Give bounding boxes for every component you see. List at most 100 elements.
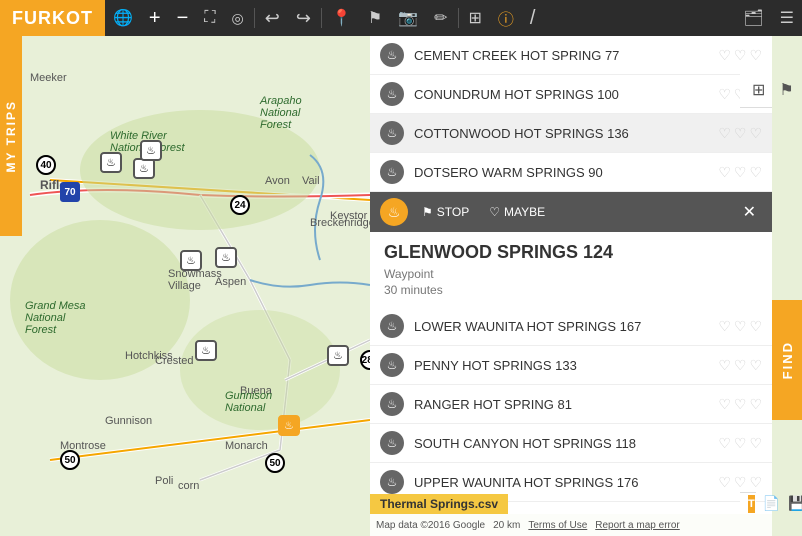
hot-spring-icon: ♨ [380,353,404,377]
info-btn[interactable]: ⓘ [490,0,522,36]
filter-btn[interactable]: ☰ [772,0,802,36]
items-list: ♨ CEMENT CREEK HOT SPRING 77 ♡ ♡ ♡ ♨ CON… [370,36,772,514]
heart3[interactable]: ♡ [749,318,762,335]
list-item-dotsero[interactable]: ♨ DOTSERO WARM SPRINGS 90 ♡ ♡ ♡ [370,153,772,192]
heart1[interactable]: ♡ [718,164,731,181]
map-marker-5[interactable]: ♨ [140,140,162,161]
heart1[interactable]: ♡ [718,47,731,64]
popup-close-btn[interactable]: ✕ [737,200,762,224]
us50b-marker: 50 [265,453,285,473]
sep1 [254,8,255,28]
terms-link[interactable]: Terms of Use [528,520,587,531]
heart1[interactable]: ♡ [718,125,731,142]
heart3[interactable]: ♡ [749,164,762,181]
heart1[interactable]: ♡ [718,474,731,491]
map-marker-6[interactable]: ♨ [195,340,217,361]
stop-flag-icon: ⚑ [422,205,433,219]
map-marker-selected[interactable]: ♨ [278,415,300,436]
redo-btn[interactable]: ↪ [288,0,319,36]
heart2[interactable]: ♡ [734,47,747,64]
heart2[interactable]: ♡ [734,396,747,413]
heart2[interactable]: ♡ [734,435,747,452]
heart3[interactable]: ♡ [749,125,762,142]
my-trips-sidebar[interactable]: MY TRIPS [0,36,22,236]
list-item-south-canyon[interactable]: ♨ SOUTH CANYON HOT SPRINGS 118 ♡ ♡ ♡ [370,424,772,463]
thermal-notification[interactable]: Thermal Springs.csv [370,494,508,514]
edit-btn[interactable]: ✏ [426,0,455,36]
heart1[interactable]: ♡ [718,318,731,335]
item-name: CEMENT CREEK HOT SPRING 77 [414,48,718,63]
stop-button[interactable]: ⚑ STOP [416,202,475,222]
type-button[interactable]: T [748,495,755,513]
sep2 [321,8,322,28]
top-toolbar: FURKOT 🌐 + − ⛶ ◎ ↩ ↪ 📍 ⚑ 📷 ✏ ⊞ ⓘ / 🗂 ☰ [0,0,802,36]
heart3[interactable]: ♡ [749,357,762,374]
map-marker-3[interactable]: ♨ [180,250,202,271]
heart-icons: ♡ ♡ ♡ [718,474,762,491]
heart1[interactable]: ♡ [718,396,731,413]
list-item-penny[interactable]: ♨ PENNY HOT SPRINGS 133 ♡ ♡ ♡ [370,346,772,385]
minus-btn[interactable]: − [169,0,197,36]
heart2[interactable]: ♡ [734,125,747,142]
list-item-cement-creek[interactable]: ♨ CEMENT CREEK HOT SPRING 77 ♡ ♡ ♡ [370,36,772,75]
toolbar-right: 🗂 ☰ [735,0,802,36]
heart2[interactable]: ♡ [734,318,747,335]
add-btn[interactable]: + [141,0,169,36]
maybe-button[interactable]: ♡ MAYBE [483,202,551,222]
flag-view-btn[interactable]: ⚑ [773,80,799,100]
selected-popup: ♨ ⚑ STOP ♡ MAYBE ✕ GLENWOOD SPRINGS 124 … [370,192,772,307]
heart1[interactable]: ♡ [718,86,731,103]
flag-btn[interactable]: ⚑ [360,0,390,36]
item-name: LOWER WAUNITA HOT SPRINGS 167 [414,319,718,334]
hot-spring-icon: ♨ [380,314,404,338]
find-sidebar[interactable]: FIND [772,300,802,420]
report-link[interactable]: Report a map error [595,520,679,531]
camera-btn[interactable]: 📷 [390,0,426,36]
heart-icons: ♡ ♡ ♡ [718,435,762,452]
heart3[interactable]: ♡ [749,435,762,452]
globe-btn[interactable]: 🌐 [105,0,141,36]
bottom-icon-1[interactable]: 📄 [763,495,780,512]
divider-btn[interactable]: / [522,0,544,36]
map-marker-4[interactable]: ♨ [215,247,237,268]
stop-label: STOP [437,205,469,219]
layers-btn[interactable]: 🗂 [735,0,771,36]
target-btn[interactable]: ◎ [224,0,252,36]
bottom-bar: T 📄 💾 📋 ALL [740,492,756,514]
heart1[interactable]: ♡ [718,435,731,452]
us40-marker: 40 [36,155,56,175]
heart1[interactable]: ♡ [718,357,731,374]
item-name: PENNY HOT SPRINGS 133 [414,358,718,373]
item-name: RANGER HOT SPRING 81 [414,397,718,412]
popup-title: GLENWOOD SPRINGS 124 [384,242,758,263]
scale-label: 20 km [493,520,520,531]
list-item-cottonwood[interactable]: ♨ COTTONWOOD HOT SPRINGS 136 ♡ ♡ ♡ [370,114,772,153]
undo-btn[interactable]: ↩ [257,0,288,36]
logo[interactable]: FURKOT [0,0,105,36]
heart3[interactable]: ♡ [749,47,762,64]
heart2[interactable]: ♡ [734,357,747,374]
bottom-icon-2[interactable]: 💾 [788,495,802,512]
heart-icons: ♡ ♡ ♡ [718,396,762,413]
heart2[interactable]: ♡ [734,164,747,181]
heart3[interactable]: ♡ [749,396,762,413]
popup-subtitle: Waypoint [384,267,758,281]
item-name: UPPER WAUNITA HOT SPRINGS 176 [414,475,718,490]
grid-btn[interactable]: ⊞ [461,0,490,36]
pin-btn[interactable]: 📍 [324,0,360,36]
hot-spring-icon: ♨ [380,392,404,416]
map-marker-1[interactable]: ♨ [100,152,122,173]
list-item-ranger[interactable]: ♨ RANGER HOT SPRING 81 ♡ ♡ ♡ [370,385,772,424]
grid-view-btn[interactable]: ⊞ [746,80,771,100]
fullscreen-btn[interactable]: ⛶ [196,0,223,36]
map-marker-7[interactable]: ♨ [327,345,349,366]
map-marker-2[interactable]: ♨ [133,158,155,179]
my-trips-label: MY TRIPS [4,100,18,172]
right-panel: ⊞ ⚑ ≡ ⊡ 👁 ≡ ↻ ALL ♨ CEMENT CREEK HOT SPR… [370,36,772,514]
list-item-lower-waunita[interactable]: ♨ LOWER WAUNITA HOT SPRINGS 167 ♡ ♡ ♡ [370,307,772,346]
heart3[interactable]: ♡ [749,474,762,491]
heart2[interactable]: ♡ [734,474,747,491]
popup-time: 30 minutes [384,283,758,297]
popup-content: GLENWOOD SPRINGS 124 Waypoint 30 minutes [370,232,772,307]
list-item-conundrum[interactable]: ♨ CONUNDRUM HOT SPRINGS 100 ♡ ♡ ♡ [370,75,772,114]
